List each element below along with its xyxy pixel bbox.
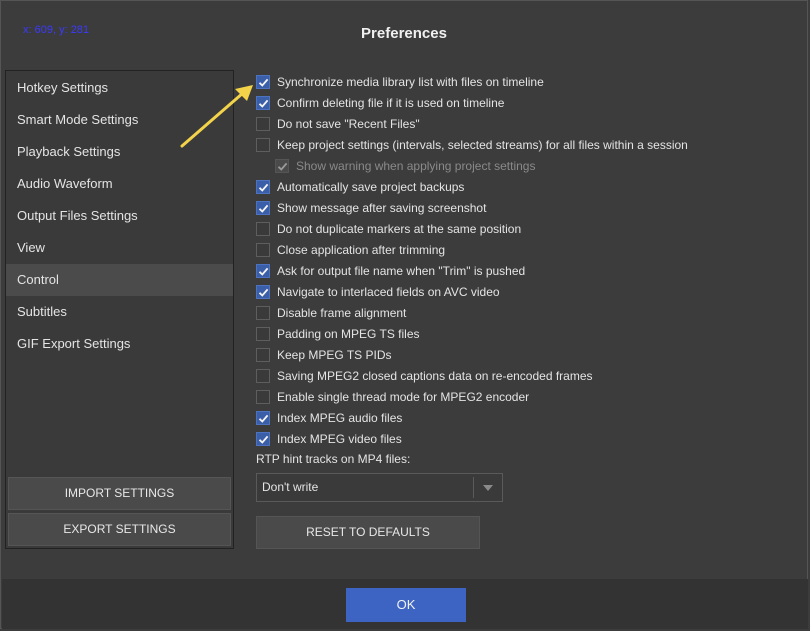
option-label: Close application after trimming <box>277 243 446 257</box>
option-label: Automatically save project backups <box>277 180 465 194</box>
option-label: Synchronize media library list with file… <box>277 75 544 89</box>
option-row[interactable]: Enable single thread mode for MPEG2 enco… <box>256 388 529 406</box>
import-settings-button[interactable]: IMPORT SETTINGS <box>8 477 231 510</box>
option-label: Saving MPEG2 closed captions data on re-… <box>277 369 593 383</box>
dialog-title: Preferences <box>361 25 447 42</box>
option-label: Confirm deleting file if it is used on t… <box>277 96 505 110</box>
option-row[interactable]: Index MPEG audio files <box>256 409 402 427</box>
option-checkbox[interactable] <box>256 327 270 341</box>
option-label: Keep MPEG TS PIDs <box>277 348 392 362</box>
export-settings-button[interactable]: EXPORT SETTINGS <box>8 513 231 546</box>
option-checkbox[interactable] <box>256 348 270 362</box>
option-label: Index MPEG audio files <box>277 411 403 425</box>
option-label: Navigate to interlaced fields on AVC vid… <box>277 285 500 299</box>
preferences-dialog: x: 609, y: 281 Preferences Hotkey Settin… <box>0 0 808 629</box>
option-checkbox <box>275 159 289 173</box>
option-row[interactable]: Navigate to interlaced fields on AVC vid… <box>256 283 500 301</box>
sidebar-item-subtitles[interactable]: Subtitles <box>6 296 233 328</box>
rtp-hint-selected-value: Don't write <box>262 480 319 494</box>
rtp-hint-select[interactable]: Don't write <box>256 473 503 502</box>
option-row[interactable]: Disable frame alignment <box>256 304 406 322</box>
option-checkbox[interactable] <box>256 222 270 236</box>
option-checkbox[interactable] <box>256 432 270 446</box>
option-label: Show warning when applying project setti… <box>296 159 536 173</box>
option-label: Ask for output file name when "Trim" is … <box>277 264 526 278</box>
option-row[interactable]: Ask for output file name when "Trim" is … <box>256 262 525 280</box>
option-checkbox[interactable] <box>256 180 270 194</box>
option-checkbox[interactable] <box>256 243 270 257</box>
option-label: Do not duplicate markers at the same pos… <box>277 222 522 236</box>
sidebar-item-view[interactable]: View <box>6 232 233 264</box>
option-checkbox[interactable] <box>256 285 270 299</box>
sidebar-item-control[interactable]: Control <box>6 264 233 296</box>
sidebar-item-gif-export-settings[interactable]: GIF Export Settings <box>6 328 233 360</box>
option-label: Do not save "Recent Files" <box>277 117 420 131</box>
option-label: Index MPEG video files <box>277 432 402 446</box>
sidebar-item-output-files-settings[interactable]: Output Files Settings <box>6 200 233 232</box>
option-checkbox[interactable] <box>256 306 270 320</box>
option-row: Show warning when applying project setti… <box>275 157 535 175</box>
option-label: Keep project settings (intervals, select… <box>277 138 688 152</box>
rtp-hint-label: RTP hint tracks on MP4 files: <box>256 452 411 466</box>
option-row[interactable]: Close application after trimming <box>256 241 445 259</box>
ok-button[interactable]: OK <box>346 588 466 622</box>
option-row[interactable]: Saving MPEG2 closed captions data on re-… <box>256 367 593 385</box>
option-checkbox[interactable] <box>256 201 270 215</box>
option-label: Enable single thread mode for MPEG2 enco… <box>277 390 530 404</box>
option-row[interactable]: Confirm deleting file if it is used on t… <box>256 94 504 112</box>
option-row[interactable]: Do not save "Recent Files" <box>256 115 420 133</box>
option-row[interactable]: Automatically save project backups <box>256 178 464 196</box>
option-label: Disable frame alignment <box>277 306 407 320</box>
option-row[interactable]: Do not duplicate markers at the same pos… <box>256 220 521 238</box>
option-row[interactable]: Keep MPEG TS PIDs <box>256 346 392 364</box>
option-label: Padding on MPEG TS files <box>277 327 420 341</box>
option-checkbox[interactable] <box>256 264 270 278</box>
option-checkbox[interactable] <box>256 390 270 404</box>
option-label: Show message after saving screenshot <box>277 201 487 215</box>
option-row[interactable]: Keep project settings (intervals, select… <box>256 136 688 154</box>
annotation-arrow-icon <box>180 85 253 148</box>
option-row[interactable]: Show message after saving screenshot <box>256 199 486 217</box>
option-row[interactable]: Padding on MPEG TS files <box>256 325 420 343</box>
option-row[interactable]: Index MPEG video files <box>256 430 402 448</box>
option-checkbox[interactable] <box>256 369 270 383</box>
sidebar-item-audio-waveform[interactable]: Audio Waveform <box>6 168 233 200</box>
option-checkbox[interactable] <box>256 411 270 425</box>
option-row[interactable]: Synchronize media library list with file… <box>256 73 544 91</box>
reset-to-defaults-button[interactable]: RESET TO DEFAULTS <box>256 516 480 549</box>
chevron-down-icon[interactable] <box>473 477 502 498</box>
